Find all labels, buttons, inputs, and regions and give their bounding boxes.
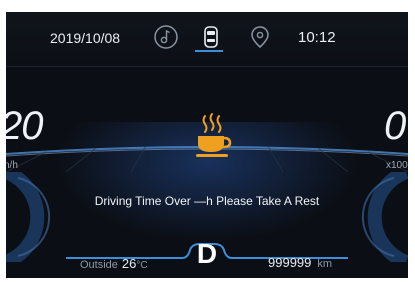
outside-temp-value: 26 <box>121 256 137 271</box>
odometer: 999999 km <box>268 255 332 270</box>
outside-temperature: Outside 26°C <box>80 256 148 271</box>
active-tab-indicator <box>195 50 223 52</box>
temp-unit: °C <box>136 260 148 271</box>
car-icon[interactable] <box>198 24 224 50</box>
instrument-cluster-screen: 2019/10/08 10:12 20 n/h 0 x1000 <box>6 12 408 278</box>
rest-warning-message: Driving Time Over —h Please Take A Rest <box>94 194 320 208</box>
clock: 10:12 <box>298 29 336 46</box>
outside-label: Outside <box>80 259 118 271</box>
speed-unit: n/h <box>6 160 18 171</box>
rpm-unit: x1000 <box>386 160 408 171</box>
date-display: 2019/10/08 <box>50 30 121 46</box>
rpm-value: 0 <box>384 104 407 148</box>
odometer-value: 999999 <box>268 255 312 270</box>
speed-value: 20 <box>6 104 43 148</box>
navigation-icon[interactable] <box>247 24 273 50</box>
coffee-cup-icon <box>196 113 232 157</box>
top-divider <box>6 66 408 67</box>
gear-display: D <box>196 238 218 269</box>
odometer-unit: km <box>317 258 333 270</box>
music-icon[interactable] <box>153 24 179 50</box>
